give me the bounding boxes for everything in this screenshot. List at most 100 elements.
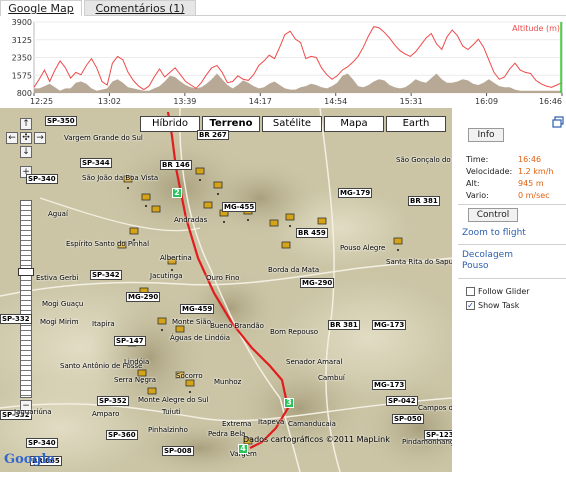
waypoint-marker[interactable]: 3 — [284, 398, 294, 408]
map-type-map-button[interactable]: Mapa — [324, 116, 384, 132]
road-label: MG-459 — [180, 304, 215, 314]
town-label: Itapira — [92, 320, 115, 328]
pan-down-icon[interactable]: ↓ — [20, 146, 32, 158]
town-label: Campos do Jordão — [418, 404, 452, 412]
road-label: SP-344 — [80, 158, 112, 168]
chart-legend: Altitude (m) — [512, 24, 560, 33]
town-label: Pindamonhangaba — [402, 438, 452, 446]
road-label: MG-290 — [126, 292, 161, 302]
control-button[interactable]: Control — [468, 208, 518, 222]
vario-value: 0 m/sec — [518, 191, 550, 200]
follow-glider-label: Follow Glider — [478, 287, 530, 296]
tab-bar: Google Map Comentários (1) — [0, 0, 566, 16]
map-type-earth-button[interactable]: Earth — [386, 116, 446, 132]
town-label: Amparo — [92, 410, 120, 418]
road-label: SP-042 — [386, 396, 418, 406]
road-label: MG-179 — [338, 188, 373, 198]
x-tick-label: 14:54 — [324, 97, 347, 106]
road-label: BR 381 — [328, 320, 360, 330]
town-label: Pedra Bela — [208, 430, 246, 438]
follow-glider-checkbox[interactable] — [466, 287, 475, 296]
map-copyright: Dados cartográficos ©2011 MapLink — [243, 435, 390, 444]
y-tick-label: 2350 — [12, 54, 32, 63]
road-label: SP-350 — [45, 116, 77, 126]
road-label: SP-340 — [26, 438, 58, 448]
zoom-to-flight-link[interactable]: Zoom to flight — [462, 228, 526, 239]
pan-center-icon[interactable]: ✣ — [20, 132, 32, 144]
tab-google-map[interactable]: Google Map — [0, 0, 82, 16]
tab-comments[interactable]: Comentários (1) — [84, 0, 196, 16]
road-label: BR 146 — [160, 160, 192, 170]
town-label: Vargem Grande do Sul — [64, 134, 143, 142]
road-label: MG-290 — [300, 278, 335, 288]
town-label: Cambuí — [318, 374, 345, 382]
map-type-satellite-button[interactable]: Satélite — [262, 116, 322, 132]
vario-label: Vario: — [466, 191, 489, 200]
town-label: Munhoz — [214, 378, 242, 386]
show-task-label: Show Task — [478, 301, 520, 310]
road-label: MG-173 — [372, 320, 407, 330]
town-label: Extrema — [222, 420, 252, 428]
pan-right-icon[interactable]: → — [34, 132, 46, 144]
road-label: SP-008 — [162, 446, 194, 456]
zoom-slider-thumb[interactable] — [18, 268, 34, 276]
zoom-slider-track[interactable] — [20, 200, 32, 398]
town-label: Mogi Guaçu — [42, 300, 84, 308]
speed-label: Velocidade: — [466, 167, 513, 176]
divider — [458, 278, 566, 279]
divider — [458, 244, 566, 245]
town-label: Senador Amaral — [286, 358, 343, 366]
road-label: SP-340 — [26, 174, 58, 184]
town-label: Lindóia — [124, 358, 150, 366]
x-tick-label: 15:31 — [400, 97, 423, 106]
flight-viewer: Google Map Comentários (1) 3900 3125 2350 1… — [0, 0, 566, 480]
map-type-hybrid-button[interactable]: Híbrido — [140, 116, 200, 132]
y-tick-label: 3125 — [12, 36, 32, 45]
info-button[interactable]: Info — [468, 128, 504, 142]
town-label: Tuiuti — [162, 408, 181, 416]
town-label: Pouso Alegre — [340, 244, 386, 252]
waypoint-marker[interactable]: 4 — [238, 444, 248, 454]
road-label: BR 459 — [296, 228, 328, 238]
pan-up-icon[interactable]: ↑ — [20, 118, 32, 130]
road-label: SP-050 — [392, 414, 424, 424]
show-task-checkbox[interactable]: ✓ — [466, 301, 475, 310]
road-label: SP-352 — [97, 396, 129, 406]
x-tick-label: 16:46 — [539, 97, 562, 106]
pan-left-icon[interactable]: ← — [6, 132, 18, 144]
divider — [458, 204, 566, 205]
town-label: Serra Negra — [114, 376, 157, 384]
road-label: SP-332 — [0, 314, 32, 324]
road-label: MG-455 — [222, 202, 257, 212]
town-label: Socorro — [176, 372, 203, 380]
altitude-chart[interactable]: 390031252350157580012:25 13:02 13:39 14:17 1… — [0, 16, 566, 108]
waypoint-marker[interactable]: 2 — [172, 188, 182, 198]
time-value: 16:46 — [518, 155, 542, 164]
road-label: BR 381 — [408, 196, 440, 206]
x-tick-label: 13:02 — [98, 97, 121, 106]
town-label: Mogi Mirim — [40, 318, 79, 326]
town-label: Pinhalzinho — [148, 426, 188, 434]
altitude-label: Alt: — [466, 179, 480, 188]
restore-window-icon[interactable] — [552, 116, 564, 128]
takeoff-landing-link[interactable]: Decolagem Pouso — [462, 250, 532, 272]
town-label: Ouro Fino — [206, 274, 240, 282]
town-label: Albertina — [160, 254, 192, 262]
altitude-value: 945 m — [518, 179, 544, 188]
town-label: Monte Alegre do Sul — [138, 396, 209, 404]
x-tick-label: 12:25 — [30, 97, 53, 106]
town-label: Bueno Brandão — [210, 322, 264, 330]
side-panel: Info Time: 16:46 Velocidade: 1.2 km/h Al… — [458, 108, 566, 480]
town-label: Borda da Mata — [268, 266, 320, 274]
town-label: Jacutinga — [150, 272, 183, 280]
map-view[interactable]: Híbrido Terreno Satélite Mapa Earth ↑ ← … — [0, 108, 452, 472]
town-label: São Gonçalo do Sapucaí — [396, 156, 452, 164]
y-tick-label: 1575 — [12, 71, 32, 80]
speed-value: 1.2 km/h — [518, 167, 554, 176]
x-tick-label: 14:17 — [249, 97, 272, 106]
x-tick-label: 16:09 — [475, 97, 498, 106]
town-label: Jaguariúna — [14, 408, 52, 416]
terrain-map — [0, 108, 452, 472]
town-label: Espírito Santo do Pinhal — [66, 240, 150, 248]
road-label: SP-360 — [106, 430, 138, 440]
